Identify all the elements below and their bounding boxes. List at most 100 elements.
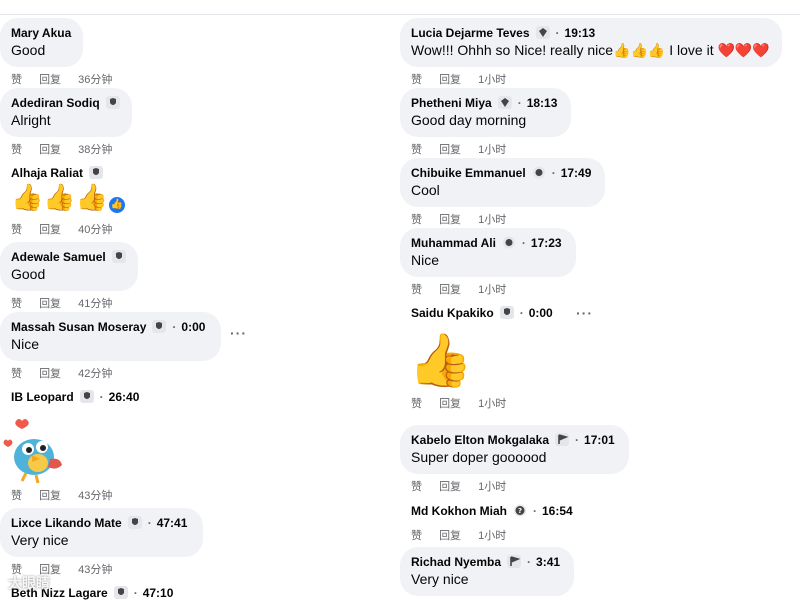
comment-age[interactable]: 36分钟 — [78, 71, 112, 87]
like-button[interactable]: 赞 — [411, 71, 422, 87]
comment-age[interactable]: 1小时 — [478, 527, 506, 543]
reply-button[interactable]: 回复 — [39, 487, 61, 503]
comment-text: Very nice — [11, 532, 69, 548]
commenter-name[interactable]: Alhaja Raliat — [11, 165, 114, 181]
comment-age[interactable]: 43分钟 — [78, 487, 112, 503]
comment: Richad Nyemba3:41 Very nice — [400, 547, 575, 596]
commenter-name[interactable]: Massah Susan Moseray0:00 — [11, 319, 205, 335]
reply-button[interactable]: 回复 — [39, 365, 61, 381]
like-button[interactable]: 赞 — [11, 141, 22, 157]
commenter-name[interactable]: Lucia Dejarme Teves19:13 — [411, 25, 770, 41]
like-button[interactable]: 赞 — [11, 365, 22, 381]
like-button[interactable]: 赞 — [411, 527, 422, 543]
reply-button[interactable]: 回复 — [439, 211, 461, 227]
comment-text: Nice — [411, 252, 440, 268]
reply-button[interactable]: 回复 — [39, 71, 61, 87]
flag-badge-icon — [507, 555, 522, 568]
comment-timestamp[interactable]: 17:49 — [552, 166, 592, 180]
comment-timestamp[interactable]: 19:13 — [556, 26, 596, 40]
comment-age[interactable]: 1小时 — [478, 141, 506, 157]
comment-timestamp[interactable]: 0:00 — [520, 306, 553, 320]
comment-bubble: Kabelo Elton Mokgalaka17:01 Super doper … — [400, 425, 629, 474]
commenter-name[interactable]: Phetheni Miya18:13 — [411, 95, 557, 111]
commenter-name[interactable]: Md Kokhon Miah?16:54 — [411, 503, 573, 519]
comment-actions: 赞 回复 41分钟 — [0, 295, 138, 311]
top-divider — [0, 14, 800, 15]
commenter-name[interactable]: IB Leopard26:40 — [11, 389, 139, 405]
comment: IB Leopard26:40 赞 回复 43分钟 — [0, 382, 151, 503]
like-button[interactable]: 赞 — [11, 487, 22, 503]
comment-timestamp[interactable]: 0:00 — [172, 320, 205, 334]
like-button[interactable]: 赞 — [411, 211, 422, 227]
comment-age[interactable]: 42分钟 — [78, 365, 112, 381]
question-badge-icon: ? — [514, 504, 526, 517]
reply-button[interactable]: 回复 — [39, 295, 61, 311]
comment-header: Saidu Kpakiko0:00 — [400, 298, 565, 329]
bird-sticker[interactable] — [2, 413, 74, 485]
more-options-button[interactable]: ··· — [230, 325, 247, 341]
comment-age[interactable]: 38分钟 — [78, 141, 112, 157]
reply-button[interactable]: 回复 — [439, 478, 461, 494]
comment-timestamp[interactable]: 17:23 — [522, 236, 562, 250]
reply-button[interactable]: 回复 — [39, 221, 61, 237]
commenter-name[interactable]: Mary Akua — [11, 25, 71, 41]
comment-text: Good day morning — [411, 112, 527, 128]
comment-text: Very nice — [411, 571, 469, 587]
commenter-name[interactable]: Richad Nyemba3:41 — [411, 554, 560, 570]
comment-bubble: Muhammad Ali17:23 Nice — [400, 228, 576, 277]
comment-timestamp[interactable]: 18:13 — [518, 96, 558, 110]
more-options-button[interactable]: ··· — [576, 305, 593, 321]
reply-button[interactable]: 回复 — [439, 281, 461, 297]
comment-timestamp[interactable]: 47:41 — [148, 516, 188, 530]
thumbs-up-sticker[interactable]: 👍 — [400, 329, 565, 393]
comment-age[interactable]: 40分钟 — [78, 221, 112, 237]
comment-timestamp[interactable]: 47:10 — [134, 586, 174, 600]
like-button[interactable]: 赞 — [11, 221, 22, 237]
commenter-name[interactable]: Kabelo Elton Mokgalaka17:01 — [411, 432, 615, 448]
like-button[interactable]: 赞 — [11, 295, 22, 311]
comment-timestamp[interactable]: 16:54 — [533, 504, 573, 518]
comment-bubble: Richad Nyemba3:41 Very nice — [400, 547, 575, 596]
commenter-name[interactable]: Adediran Sodiq — [11, 95, 120, 111]
commenter-name[interactable]: Saidu Kpakiko0:00 — [411, 305, 553, 321]
comment-timestamp[interactable]: 17:01 — [575, 433, 615, 447]
comment-actions: 赞 回复 1小时 — [400, 478, 629, 494]
comment-actions: 赞 回复 1小时 — [400, 281, 576, 297]
comment-actions: 赞 回复 40分钟 — [0, 221, 126, 237]
reply-button[interactable]: 回复 — [439, 395, 461, 411]
comment-bubble: Lixce Likando Mate47:41 Very nice — [0, 508, 204, 557]
new-member-badge-icon — [532, 166, 545, 179]
like-button[interactable]: 赞 — [411, 395, 422, 411]
comment-age[interactable]: 1小时 — [478, 71, 506, 87]
reply-button[interactable]: 回复 — [39, 141, 61, 157]
like-button[interactable]: 赞 — [411, 141, 422, 157]
reply-button[interactable]: 回复 — [439, 527, 461, 543]
comment-actions: 赞 回复 1小时 — [400, 395, 565, 411]
top-fan-badge-icon — [499, 306, 514, 319]
commenter-name[interactable]: Adewale Samuel — [11, 249, 126, 265]
like-button[interactable]: 赞 — [11, 71, 22, 87]
diamond-badge-icon — [535, 26, 550, 39]
like-button[interactable]: 赞 — [411, 281, 422, 297]
comment: Muhammad Ali17:23 Nice 赞 回复 1小时 — [400, 228, 576, 297]
like-button[interactable]: 赞 — [411, 478, 422, 494]
comment-timestamp[interactable]: 26:40 — [100, 390, 140, 404]
comment-text: Alright — [11, 112, 51, 128]
reply-button[interactable]: 回复 — [439, 71, 461, 87]
commenter-name[interactable]: Chibuike Emmanuel17:49 — [411, 165, 591, 181]
comment-age[interactable]: 1小时 — [478, 478, 506, 494]
comment-age[interactable]: 1小时 — [478, 281, 506, 297]
comment: Kabelo Elton Mokgalaka17:01 Super doper … — [400, 425, 629, 494]
comment-age[interactable]: 41分钟 — [78, 295, 112, 311]
comment-age[interactable]: 43分钟 — [78, 561, 112, 577]
comment-bubble: Phetheni Miya18:13 Good day morning — [400, 88, 572, 137]
commenter-name[interactable]: Lixce Likando Mate47:41 — [11, 515, 187, 531]
comment-actions: 赞 回复 1小时 — [400, 141, 571, 157]
like-reaction-icon[interactable]: 👍 — [107, 195, 127, 215]
reply-button[interactable]: 回复 — [439, 141, 461, 157]
comment-age[interactable]: 1小时 — [478, 395, 506, 411]
comment-timestamp[interactable]: 3:41 — [527, 555, 560, 569]
comment-age[interactable]: 1小时 — [478, 211, 506, 227]
commenter-name[interactable]: Muhammad Ali17:23 — [411, 235, 562, 251]
top-fan-badge-icon — [113, 586, 128, 599]
